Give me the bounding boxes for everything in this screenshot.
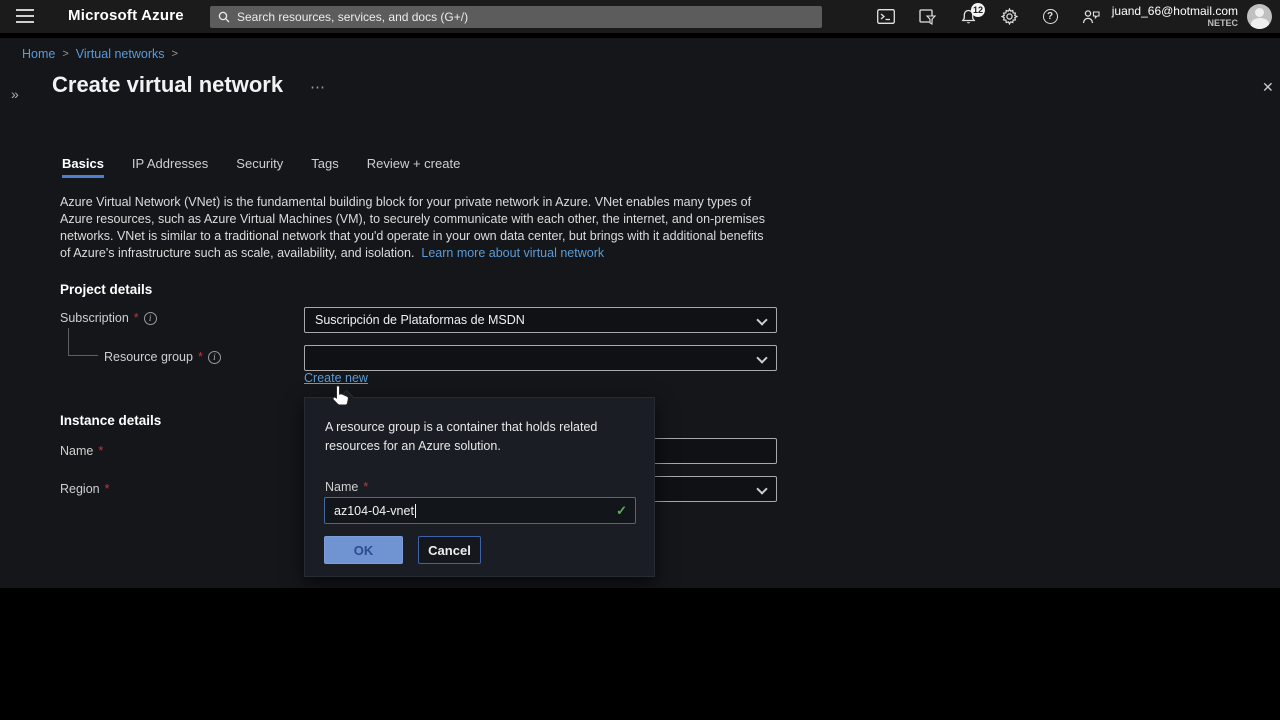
- vnet-description-text: Azure Virtual Network (VNet) is the fund…: [60, 195, 765, 260]
- notification-count-badge: 12: [971, 3, 985, 17]
- chevron-down-icon: [756, 314, 767, 325]
- chevron-down-icon: [756, 352, 767, 363]
- resource-group-name-value: az104-04-vnet: [334, 504, 414, 518]
- help-icon[interactable]: ?: [1041, 8, 1059, 26]
- resource-group-description: A resource group is a container that hol…: [325, 418, 630, 456]
- required-marker: *: [363, 480, 368, 494]
- resource-group-dropdown[interactable]: [304, 345, 777, 371]
- directory-filter-icon[interactable]: [918, 8, 936, 26]
- breadcrumb-home-link[interactable]: Home: [22, 47, 55, 61]
- resource-group-label: Resource group * i: [104, 350, 221, 364]
- tab-security[interactable]: Security: [236, 156, 283, 178]
- expand-sidebar-icon[interactable]: »: [11, 86, 19, 102]
- ok-button[interactable]: OK: [324, 536, 403, 564]
- chevron-down-icon: [756, 483, 767, 494]
- hamburger-menu-icon[interactable]: [16, 9, 34, 23]
- user-email: juand_66@hotmail.com: [1112, 4, 1238, 18]
- region-label: Region *: [60, 482, 110, 496]
- search-input[interactable]: [237, 10, 814, 24]
- user-avatar[interactable]: [1247, 4, 1272, 29]
- page-title: Create virtual network: [52, 72, 283, 98]
- required-marker: *: [105, 482, 110, 496]
- feedback-icon[interactable]: [1082, 8, 1100, 26]
- text-caret: [415, 504, 416, 518]
- required-marker: *: [134, 311, 139, 325]
- settings-gear-icon[interactable]: [1000, 8, 1018, 26]
- required-marker: *: [98, 444, 103, 458]
- resource-group-info-icon[interactable]: i: [208, 351, 221, 364]
- breadcrumb-separator: >: [171, 48, 177, 60]
- tab-review-create[interactable]: Review + create: [367, 156, 461, 178]
- vnet-description: Azure Virtual Network (VNet) is the fund…: [60, 194, 768, 262]
- global-search[interactable]: [210, 6, 822, 28]
- azure-portal-screen: Microsoft Azure 12 ?: [0, 0, 1280, 720]
- tab-tags[interactable]: Tags: [311, 156, 338, 178]
- project-details-heading: Project details: [60, 282, 152, 297]
- required-marker: *: [198, 350, 203, 364]
- title-context-menu-icon[interactable]: ⋯: [310, 78, 326, 96]
- valid-check-icon: ✓: [616, 503, 627, 519]
- azure-logo[interactable]: Microsoft Azure: [68, 7, 184, 24]
- breadcrumb-separator: >: [62, 48, 68, 60]
- wizard-tabs: Basics IP Addresses Security Tags Review…: [62, 156, 460, 178]
- breadcrumb: Home > Virtual networks >: [22, 47, 178, 61]
- popup-name-label: Name *: [325, 480, 368, 494]
- tab-ip-addresses[interactable]: IP Addresses: [132, 156, 208, 178]
- subscription-info-icon[interactable]: i: [144, 312, 157, 325]
- breadcrumb-virtual-networks-link[interactable]: Virtual networks: [76, 47, 165, 61]
- top-bar: Microsoft Azure 12 ?: [0, 0, 1280, 33]
- cancel-button[interactable]: Cancel: [418, 536, 481, 564]
- topbar-icon-group: 12 ?: [877, 0, 1100, 33]
- subscription-value: Suscripción de Plataformas de MSDN: [315, 313, 525, 327]
- instance-details-heading: Instance details: [60, 413, 161, 428]
- notifications-bell-icon[interactable]: 12: [959, 8, 977, 26]
- create-new-resource-group-link[interactable]: Create new: [304, 371, 368, 385]
- create-resource-group-popup: A resource group is a container that hol…: [304, 397, 655, 577]
- subscription-label: Subscription * i: [60, 311, 157, 325]
- user-tenant: NETEC: [1112, 18, 1238, 29]
- indent-connector: [68, 328, 98, 356]
- resource-group-name-input[interactable]: az104-04-vnet ✓: [324, 497, 636, 524]
- tab-basics[interactable]: Basics: [62, 156, 104, 178]
- subscription-dropdown[interactable]: Suscripción de Plataformas de MSDN: [304, 307, 777, 333]
- vnet-name-label: Name *: [60, 444, 103, 458]
- account-menu[interactable]: juand_66@hotmail.com NETEC: [1112, 4, 1238, 29]
- cloud-shell-icon[interactable]: [877, 8, 895, 26]
- search-icon: [218, 11, 230, 23]
- learn-more-link[interactable]: Learn more about virtual network: [421, 246, 604, 260]
- close-blade-icon[interactable]: ✕: [1262, 79, 1274, 96]
